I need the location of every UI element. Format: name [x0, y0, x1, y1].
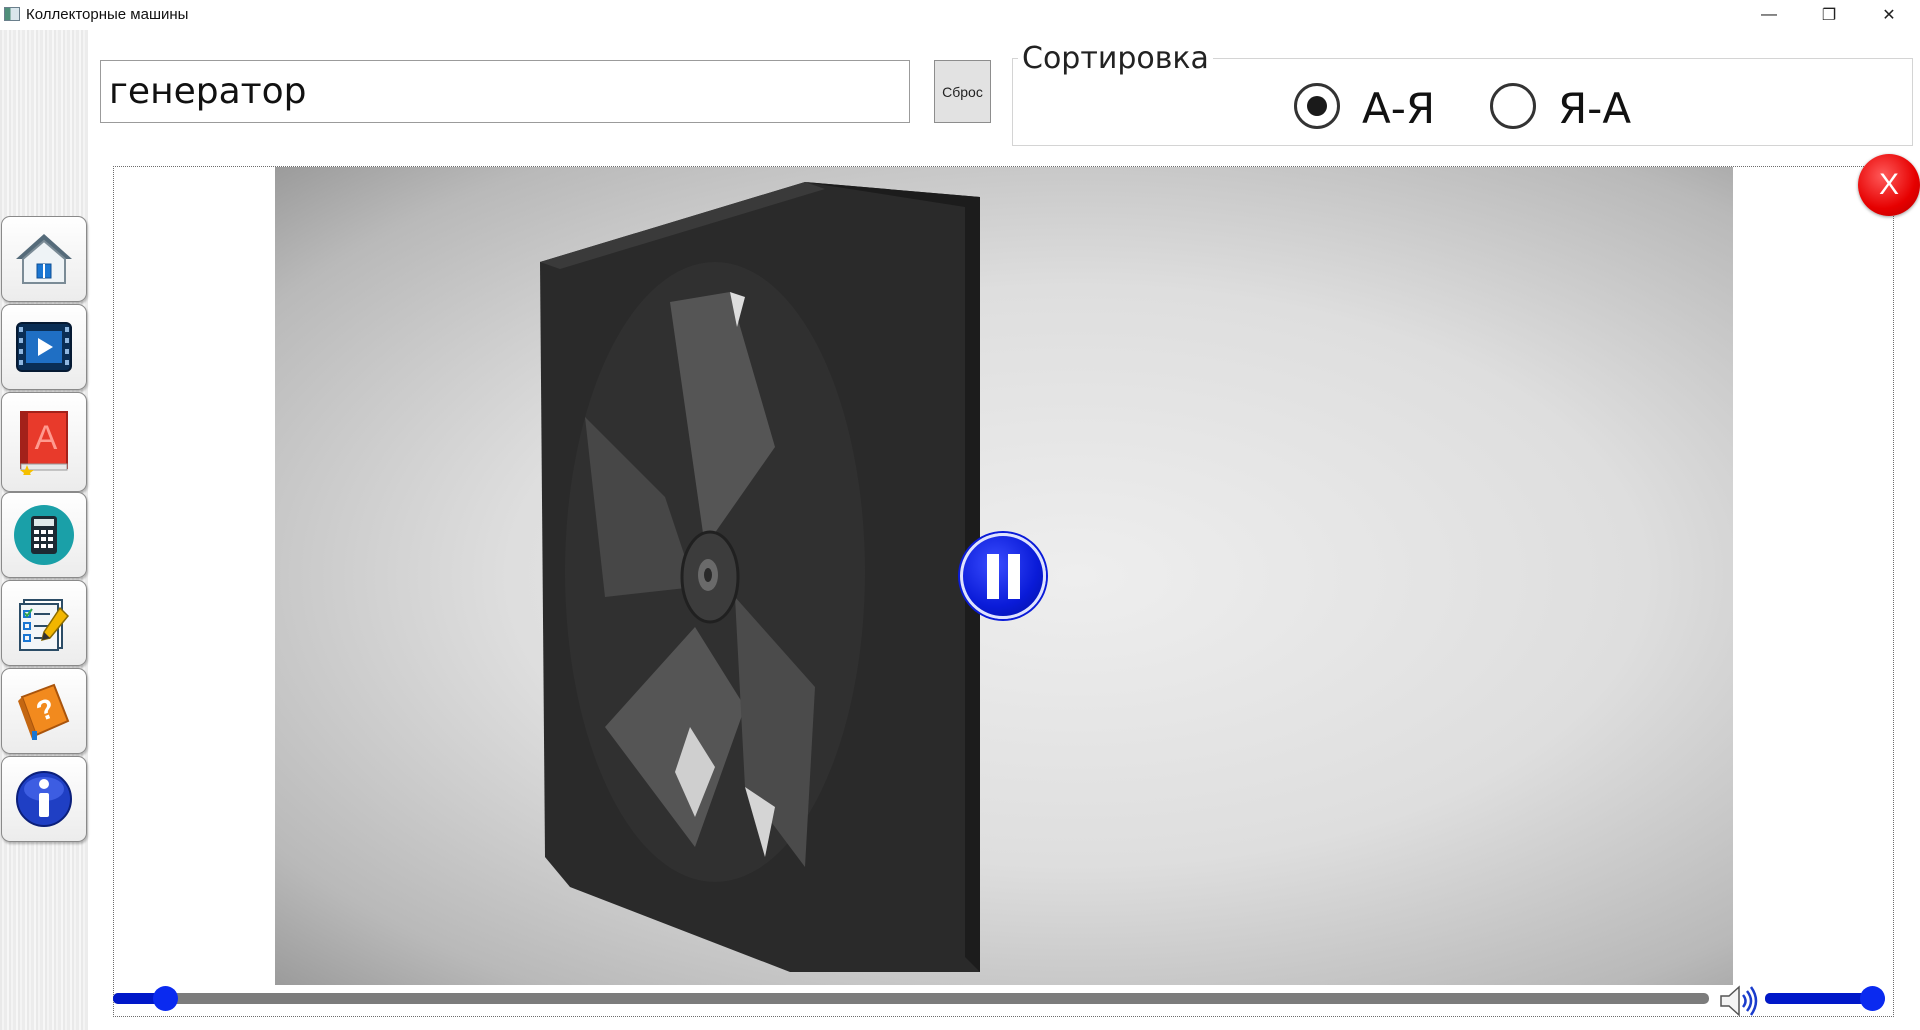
help-book-icon: ? [18, 683, 70, 740]
volume-thumb[interactable] [1860, 986, 1885, 1011]
sort-asc-label[interactable]: А-Я [1362, 84, 1435, 133]
title-bar: Коллекторные машины — ❐ ✕ [0, 0, 1920, 30]
maximize-button[interactable]: ❐ [1800, 0, 1858, 30]
svg-text:A: A [35, 419, 58, 457]
sidebar-item-info[interactable] [1, 756, 87, 842]
sidebar-item-video[interactable] [1, 304, 87, 390]
home-icon [16, 234, 72, 284]
volume-fill [1765, 993, 1873, 1004]
sidebar-item-home[interactable] [1, 216, 87, 302]
close-icon: ✕ [1882, 7, 1896, 24]
minimize-button[interactable]: — [1740, 0, 1798, 30]
volume-icon[interactable] [1719, 984, 1761, 1018]
volume-slider[interactable] [1765, 986, 1885, 1011]
minimize-icon: — [1761, 6, 1777, 23]
calculator-icon [14, 505, 74, 565]
info-icon [16, 771, 72, 827]
window-title: Коллекторные машины [26, 6, 189, 23]
pause-button[interactable] [960, 533, 1046, 619]
sidebar-item-calculator[interactable] [1, 492, 87, 578]
reset-button[interactable]: Сброс [934, 60, 991, 123]
video-progress-slider[interactable] [113, 986, 1709, 1011]
book-icon: A [20, 411, 68, 475]
close-video-button[interactable]: X [1858, 154, 1920, 216]
sidebar-item-dictionary[interactable]: A [1, 392, 87, 492]
sort-legend: Сортировка [1018, 41, 1213, 76]
progress-thumb[interactable] [152, 986, 178, 1011]
sort-desc-radio[interactable] [1490, 83, 1536, 129]
sort-desc-label[interactable]: Я-А [1558, 84, 1631, 133]
close-window-button[interactable]: ✕ [1860, 0, 1918, 30]
checklist-icon [19, 599, 70, 651]
video-icon [16, 322, 72, 372]
sidebar: A ? [0, 30, 88, 1030]
sidebar-item-tests[interactable] [1, 580, 87, 666]
restore-icon: ❐ [1821, 7, 1837, 24]
search-input[interactable] [100, 60, 910, 123]
sort-asc-radio[interactable] [1294, 83, 1340, 129]
app-icon [4, 7, 20, 21]
sidebar-item-help[interactable]: ? [1, 668, 87, 754]
